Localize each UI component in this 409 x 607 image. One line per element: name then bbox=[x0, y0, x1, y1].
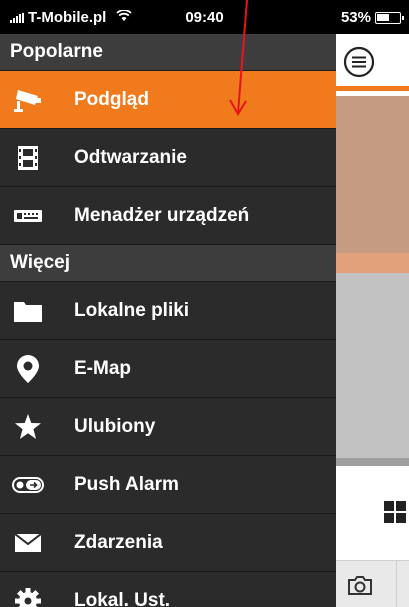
gear-icon bbox=[0, 587, 74, 607]
folder-icon bbox=[0, 300, 74, 322]
menu-item-label: Lokalne pliki bbox=[74, 299, 190, 321]
menu-item-label: Podgląd bbox=[74, 88, 149, 110]
menu-item-label: Odtwarzanie bbox=[74, 146, 187, 168]
menu-item-lokal-ust[interactable]: Lokal. Ust. bbox=[0, 572, 336, 607]
map-pin-icon bbox=[0, 354, 74, 383]
top-bar bbox=[336, 34, 409, 91]
star-icon bbox=[0, 413, 74, 440]
menu-item-e-map[interactable]: E-Map bbox=[0, 340, 336, 398]
menu-item-label: Zdarzenia bbox=[74, 531, 163, 553]
battery-percent: 53% bbox=[340, 9, 371, 26]
menu-item-menadzer-urzadzen[interactable]: Menadżer urządzeń bbox=[0, 187, 336, 245]
menu-item-label: Lokal. Ust. bbox=[74, 589, 171, 607]
menu-item-label: Push Alarm bbox=[74, 473, 179, 495]
menu-item-ulubiony[interactable]: Ulubiony bbox=[0, 398, 336, 456]
grid-layout-icon[interactable] bbox=[384, 501, 406, 528]
video-tile[interactable] bbox=[336, 273, 409, 458]
bottom-toolbar bbox=[336, 560, 409, 607]
section-header-wiecej: Więcej bbox=[0, 245, 336, 282]
menu-item-podglad[interactable]: Podgląd bbox=[0, 71, 336, 129]
menu-item-label: Menadżer urządzeń bbox=[74, 204, 250, 226]
film-icon bbox=[0, 145, 74, 170]
camera-snapshot-icon[interactable] bbox=[348, 575, 372, 600]
status-bar: T-Mobile.pl 09:40 53% bbox=[0, 0, 409, 34]
navigation-drawer: Popolarne Podgląd Odtwarzanie Menadżer u… bbox=[0, 34, 336, 607]
menu-item-lokalne-pliki[interactable]: Lokalne pliki bbox=[0, 282, 336, 340]
push-alarm-toggle-icon bbox=[0, 476, 74, 493]
hamburger-menu-icon[interactable] bbox=[343, 46, 375, 83]
video-tile-selected-strip bbox=[336, 253, 409, 273]
menu-item-zdarzenia[interactable]: Zdarzenia bbox=[0, 514, 336, 572]
menu-item-push-alarm[interactable]: Push Alarm bbox=[0, 456, 336, 514]
menu-item-label: E-Map bbox=[74, 357, 131, 379]
battery-icon bbox=[375, 11, 404, 24]
menu-item-odtwarzanie[interactable]: Odtwarzanie bbox=[0, 129, 336, 187]
section-header-popolarne: Popolarne bbox=[0, 34, 336, 71]
dvr-device-icon bbox=[0, 209, 74, 222]
envelope-icon bbox=[0, 533, 74, 552]
main-content-peek bbox=[336, 34, 409, 607]
cctv-camera-icon bbox=[0, 87, 74, 113]
menu-item-label: Ulubiony bbox=[74, 415, 156, 437]
video-tile[interactable] bbox=[336, 96, 409, 253]
